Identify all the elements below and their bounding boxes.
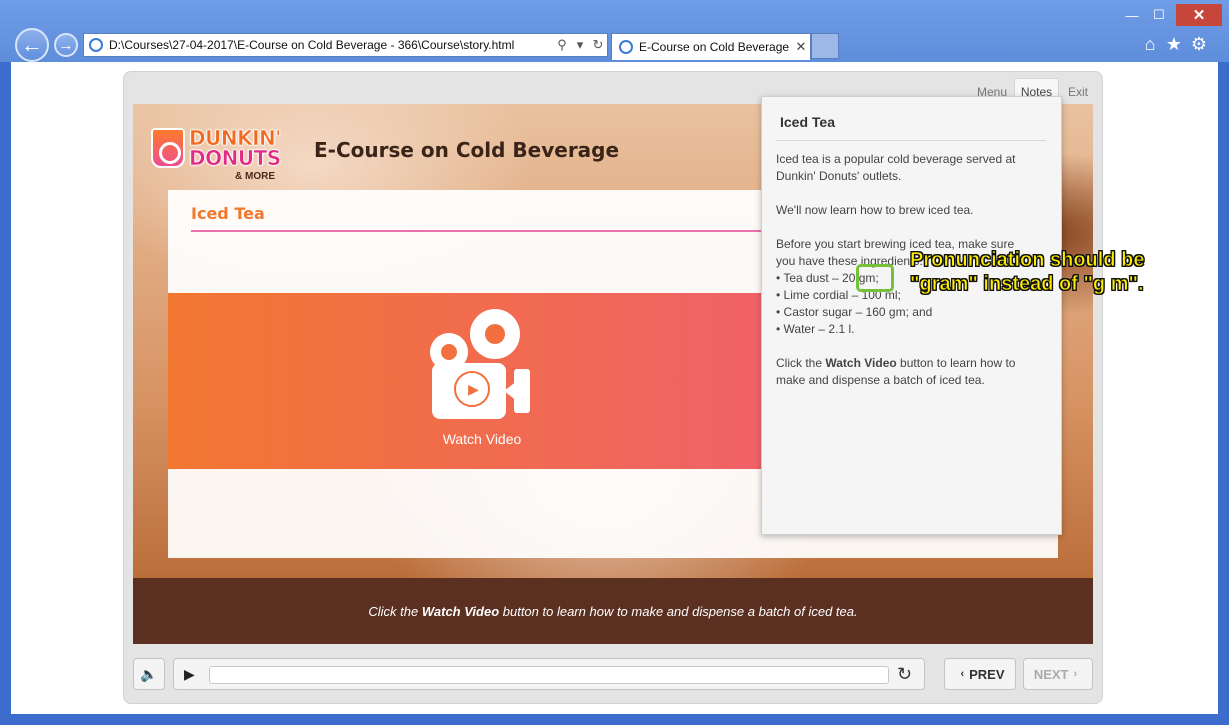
- replay-icon[interactable]: ↻: [897, 664, 912, 685]
- caption-after: button to learn how to make and dispense…: [499, 603, 858, 619]
- play-button[interactable]: ▶: [184, 666, 195, 683]
- annotation-line2: "gram" instead of "g m".: [910, 273, 1144, 296]
- close-icon[interactable]: ✕: [792, 39, 810, 55]
- browser-tab[interactable]: E-Course on Cold Beverage ✕: [611, 33, 811, 60]
- notes-paragraph: Iced tea is a popular cold beverage serv…: [776, 152, 1016, 183]
- favorites-icon[interactable]: ★: [1163, 34, 1185, 55]
- prev-button[interactable]: ‹ PREV: [944, 658, 1016, 690]
- ingredient-item: • Castor sugar – 160 gm; and: [776, 305, 933, 319]
- camera-reel-large: [470, 309, 520, 359]
- ie-icon: [89, 38, 103, 52]
- seek-bar[interactable]: [209, 666, 889, 684]
- caption-before: Click the: [368, 603, 422, 619]
- dunkin-logo: DUNKIN' DONUTS & MORE: [151, 122, 291, 187]
- refresh-icon[interactable]: ↻: [589, 37, 607, 53]
- notes-paragraph: Click the Watch Video button to learn ho…: [776, 355, 1026, 389]
- address-url[interactable]: D:\Courses\27-04-2017\E-Course on Cold B…: [109, 38, 553, 52]
- chevron-down-icon[interactable]: ▾: [571, 37, 589, 53]
- logo-tagline: & MORE: [235, 171, 275, 182]
- minimize-button[interactable]: —: [1117, 4, 1147, 26]
- new-tab-button[interactable]: [811, 33, 839, 59]
- caption-bold: Watch Video: [421, 603, 500, 619]
- volume-button[interactable]: 🔈: [133, 658, 165, 690]
- next-button[interactable]: NEXT ›: [1023, 658, 1093, 690]
- notes-divider: [776, 140, 1046, 141]
- caption-text: Click the Watch Video button to learn ho…: [368, 604, 857, 619]
- forward-button[interactable]: →: [54, 33, 78, 57]
- home-icon[interactable]: ⌂: [1139, 34, 1161, 55]
- forward-arrow-icon: →: [58, 36, 74, 54]
- course-title: E-Course on Cold Beverage: [314, 138, 620, 162]
- play-icon: ▶: [454, 371, 490, 407]
- speaker-icon: 🔈: [140, 665, 158, 682]
- camera-lens-end: [514, 369, 530, 413]
- logo-line2: DONUTS: [189, 146, 282, 171]
- ie-icon: [619, 40, 633, 54]
- address-bar[interactable]: D:\Courses\27-04-2017\E-Course on Cold B…: [83, 33, 608, 57]
- maximize-button[interactable]: ☐: [1145, 4, 1173, 26]
- window-close-button[interactable]: ✕: [1176, 4, 1222, 26]
- chevron-right-icon: ›: [1073, 668, 1078, 680]
- section-title: Iced Tea: [191, 204, 265, 223]
- annotation-line1: Pronunciation should be: [910, 249, 1145, 272]
- video-camera-icon: ▶: [430, 309, 534, 419]
- notes-panel: Iced Tea Iced tea is a popular cold beve…: [761, 96, 1062, 535]
- ingredient-item: • Water – 2.1 l.: [776, 322, 855, 336]
- settings-icon[interactable]: ⚙: [1188, 34, 1210, 55]
- review-highlight-box: [856, 264, 894, 292]
- notes-p4-bold: Watch Video: [825, 356, 897, 370]
- notes-p4-before: Click the: [776, 356, 826, 370]
- next-label: NEXT: [1033, 666, 1069, 682]
- cup-icon: [151, 128, 185, 168]
- tab-exit[interactable]: Exit: [1061, 78, 1095, 105]
- chevron-left-icon: ‹: [960, 668, 965, 680]
- notes-heading: Iced Tea: [780, 114, 835, 130]
- watch-video-label: Watch Video: [442, 431, 522, 447]
- notes-paragraph: We'll now learn how to brew iced tea.: [776, 203, 974, 217]
- review-annotation: Pronunciation should be "gram" instead o…: [910, 248, 1210, 296]
- prev-label: PREV: [969, 666, 1005, 682]
- tab-title: E-Course on Cold Beverage: [639, 40, 790, 54]
- seekbar-container: ▶ ↻: [173, 658, 925, 690]
- search-icon[interactable]: ⚲: [553, 37, 571, 53]
- back-arrow-icon: ←: [21, 32, 43, 57]
- back-button[interactable]: ←: [15, 28, 49, 62]
- caption-bar: Click the Watch Video button to learn ho…: [133, 578, 1093, 644]
